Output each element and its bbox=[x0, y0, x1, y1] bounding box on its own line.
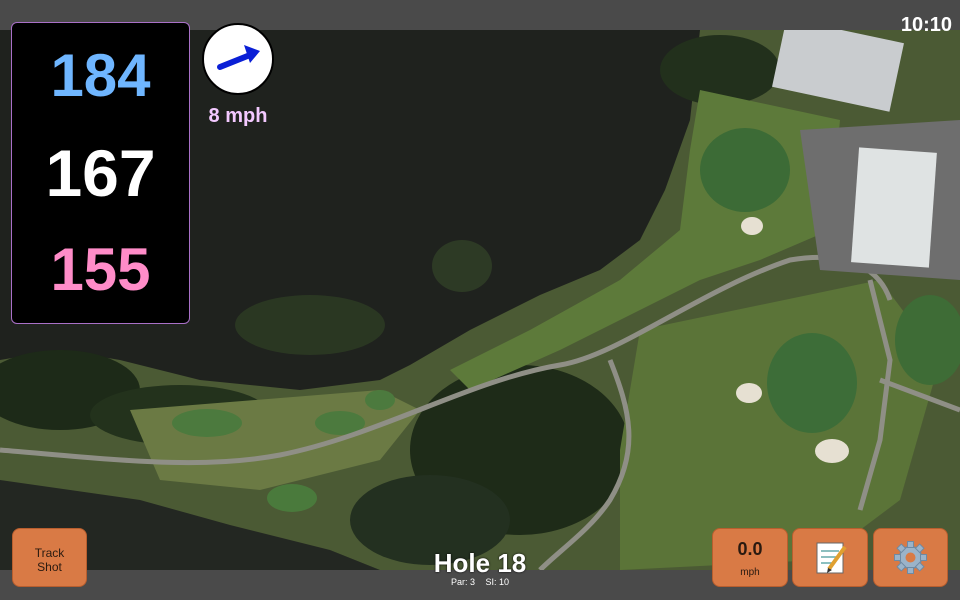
hole-info: Par: 3 SI: 10 bbox=[380, 577, 580, 587]
wind-arrow-icon bbox=[217, 45, 260, 70]
center-distance: 167 bbox=[45, 136, 156, 210]
speed-button[interactable]: 0.0 mph bbox=[712, 528, 788, 587]
front-distance: 155 bbox=[50, 236, 151, 303]
speed-unit: mph bbox=[740, 567, 760, 578]
notepad-icon bbox=[816, 542, 847, 574]
track-shot-label: Track Shot bbox=[34, 546, 65, 574]
track-shot-button[interactable]: Track Shot bbox=[12, 528, 87, 587]
wind-indicator[interactable] bbox=[202, 23, 274, 95]
clock: 10:10 bbox=[900, 14, 952, 36]
wind-speed: 8 mph bbox=[208, 105, 268, 127]
gear-icon bbox=[894, 541, 927, 574]
settings-button[interactable] bbox=[873, 528, 948, 587]
si-label: SI: 10 bbox=[485, 577, 510, 587]
hole-title: Hole 18 bbox=[433, 548, 527, 578]
speed-value: 0.0 bbox=[737, 539, 763, 559]
back-distance: 184 bbox=[50, 42, 151, 109]
distance-panel: 184 167 155 bbox=[11, 22, 190, 324]
notes-button[interactable] bbox=[792, 528, 868, 587]
par-label: Par: 3 bbox=[450, 577, 475, 587]
